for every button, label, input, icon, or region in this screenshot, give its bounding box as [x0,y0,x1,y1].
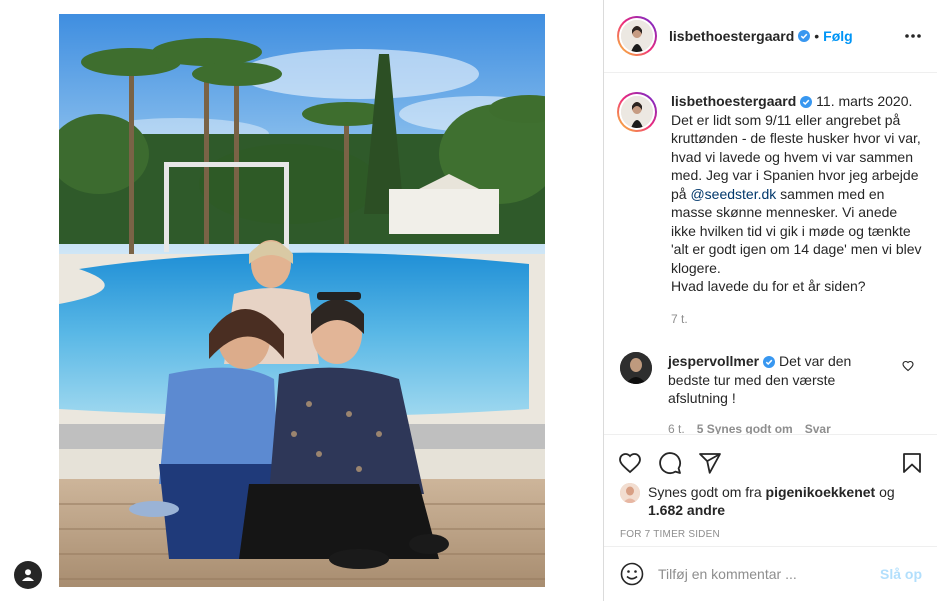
action-icon-bar [604,435,937,481]
commenter-username[interactable]: jespervollmer [668,353,759,369]
comment-likes[interactable]: 5 Synes godt om [697,420,793,435]
more-options-icon[interactable] [905,34,921,38]
comment-time[interactable]: 6 t. [668,420,685,435]
caption-username[interactable]: lisbethoestergaard [671,93,796,109]
user-icon [22,569,34,581]
reply-button[interactable]: Svar [805,420,831,435]
caption: lisbethoestergaard 11. marts 2020. Det e… [604,74,937,328]
follow-button[interactable]: Følg [823,28,853,44]
post-comment-button[interactable]: Slå op [880,566,922,582]
post-header: lisbethoestergaard • Følg [604,0,937,73]
post-photo[interactable] [59,14,545,587]
add-comment-bar: Slå op [604,546,937,601]
likes-others-link[interactable]: 1.682 andre [648,502,725,518]
separator-dot: • [814,28,820,44]
comments-section[interactable]: lisbethoestergaard 11. marts 2020. Det e… [604,74,937,434]
comment-item: jespervollmer Det var den bedste tur med… [604,328,937,434]
heart-icon[interactable] [618,451,642,475]
comment-like-heart-icon[interactable] [902,360,914,372]
profile-button[interactable] [14,561,42,589]
caption-body: lisbethoestergaard 11. marts 2020. Det e… [671,92,922,328]
commenter-avatar[interactable] [620,352,652,384]
liked-by-username[interactable]: pigenikoekkenet [766,484,876,500]
verified-badge-icon [798,30,811,42]
caption-date: 11. marts 2020. [816,93,913,109]
comment-icon[interactable] [658,451,682,475]
verified-badge-icon [763,356,776,368]
caption-text: lisbethoestergaard 11. marts 2020. Det e… [671,92,922,296]
likes-summary: Synes godt om fra pigenikoekkenet og 1.6… [604,481,937,519]
likes-text: Synes godt om fra pigenikoekkenet og 1.6… [648,483,922,519]
caption-avatar-image [621,96,653,128]
caption-time: 7 t. [671,311,688,326]
instagram-post-view: lisbethoestergaard • Følg lisbethoesterg… [0,0,937,601]
post-actions: Synes godt om fra pigenikoekkenet og 1.6… [604,434,937,546]
smiley-icon[interactable] [620,562,644,586]
author-avatar-image [621,20,653,52]
add-comment-input[interactable] [658,566,880,582]
post-timestamp[interactable]: FOR 7 TIMER SIDEN [604,519,937,540]
comment-body: jespervollmer Det var den bedste tur med… [668,352,878,434]
bookmark-icon[interactable] [900,451,924,475]
paper-plane-icon[interactable] [698,451,722,475]
liker-avatar[interactable] [620,483,640,503]
author-username[interactable]: lisbethoestergaard [669,28,794,44]
comment-meta: 6 t. 5 Synes godt om Svar [668,420,878,435]
caption-avatar[interactable] [617,92,657,132]
verified-badge-icon [800,96,813,108]
post-sidebar: lisbethoestergaard • Følg lisbethoesterg… [603,0,937,601]
likes-prefix: Synes godt om fra [648,484,762,500]
post-photo-illustration [59,14,545,587]
likes-and: og [879,484,895,500]
caption-mention-link[interactable]: @seedster.dk [690,186,776,202]
author-avatar[interactable] [617,16,657,56]
